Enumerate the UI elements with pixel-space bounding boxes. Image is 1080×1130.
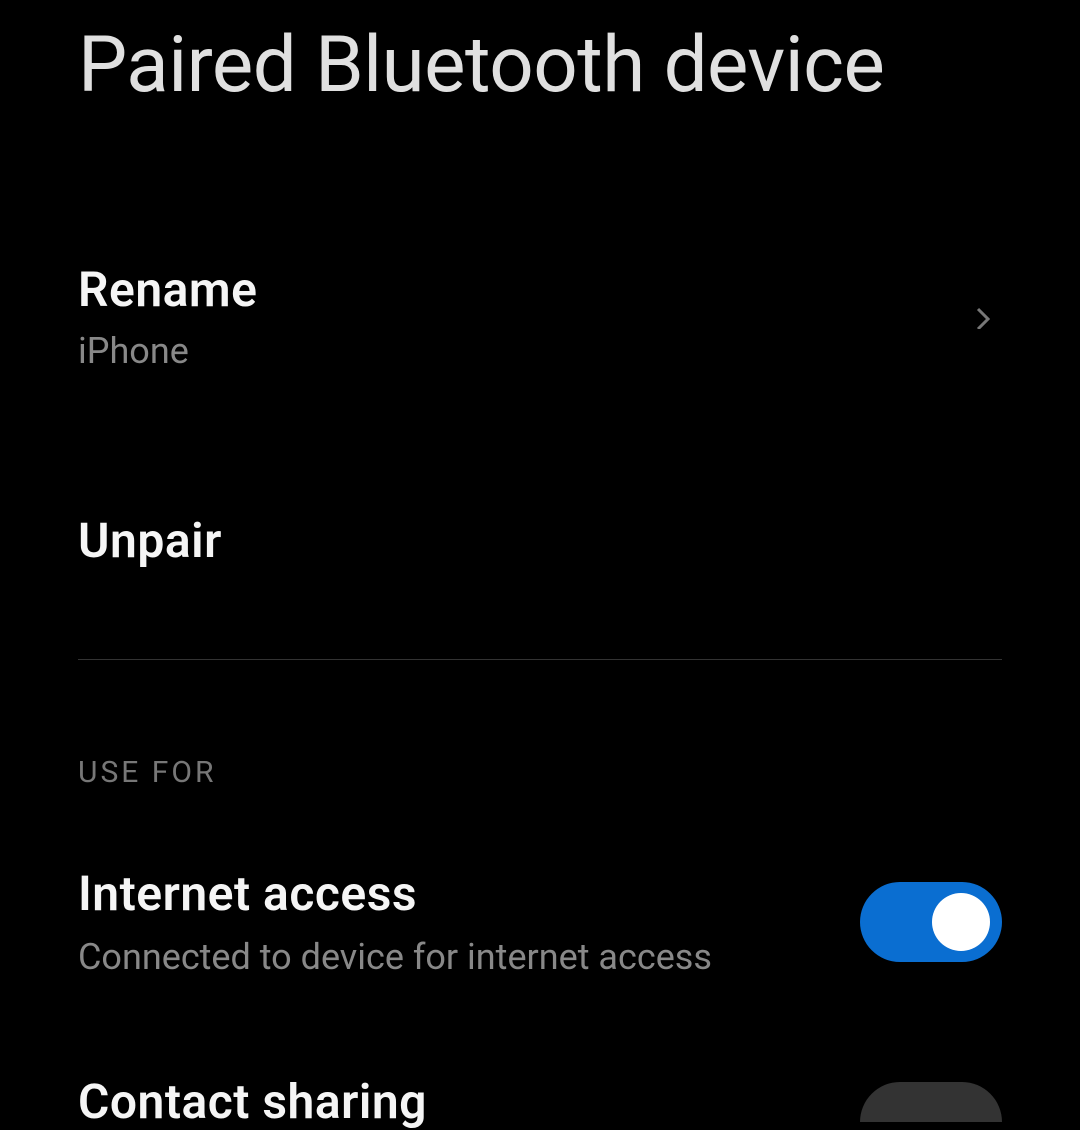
toggle-knob (932, 893, 990, 951)
contact-sharing-item: Contact sharing (78, 1073, 1002, 1130)
chevron-right-icon (970, 305, 994, 329)
contact-sharing-label: Contact sharing (78, 1073, 860, 1130)
divider (78, 659, 1002, 660)
unpair-item[interactable]: Unpair (78, 482, 1002, 599)
internet-access-subtitle: Connected to device for internet access (78, 936, 860, 978)
unpair-label: Unpair (78, 512, 1002, 569)
rename-value: iPhone (78, 330, 970, 372)
contact-sharing-toggle[interactable] (860, 1082, 1002, 1122)
page-title: Paired Bluetooth device (0, 0, 1080, 111)
rename-item[interactable]: Rename iPhone (78, 231, 1002, 402)
rename-label: Rename (78, 261, 970, 318)
internet-access-toggle[interactable] (860, 882, 1002, 962)
internet-access-item: Internet access Connected to device for … (78, 865, 1002, 978)
internet-access-label: Internet access (78, 865, 860, 922)
section-header: USE FOR (78, 755, 1002, 790)
